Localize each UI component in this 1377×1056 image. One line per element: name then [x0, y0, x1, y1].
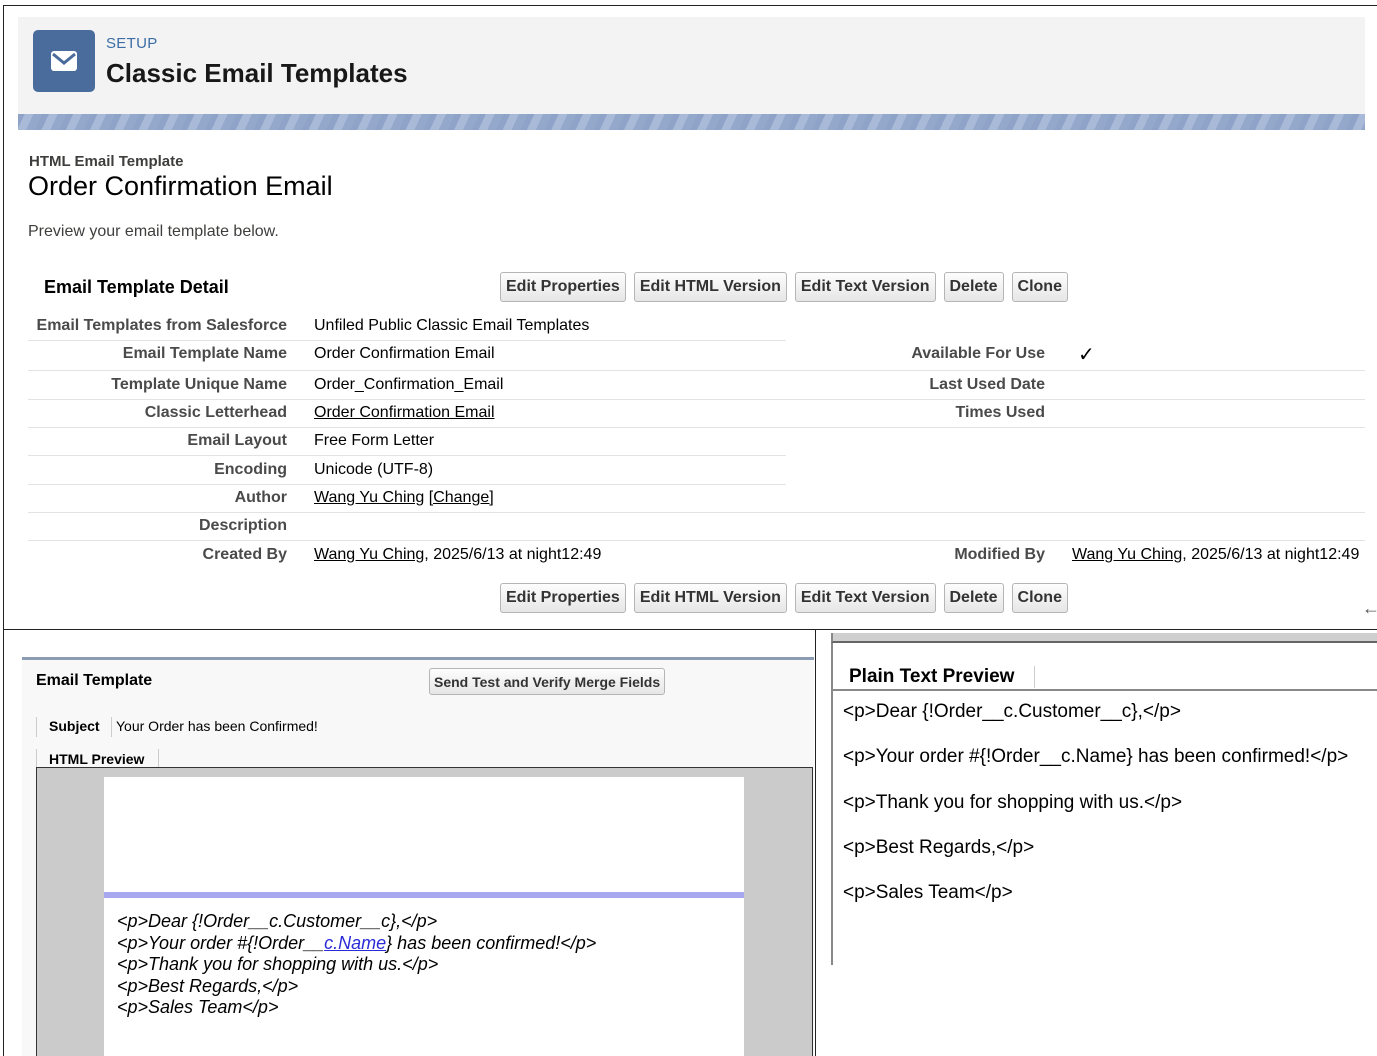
detail-button-row-top: Edit Properties Edit HTML Version Edit T…: [500, 272, 1068, 302]
author-link[interactable]: Wang Yu Ching: [314, 489, 424, 506]
letterhead-link[interactable]: Order Confirmation Email: [314, 404, 495, 422]
subject-label: Subject: [49, 718, 100, 734]
panel-divider: [815, 630, 816, 1056]
unique-name-label: Template Unique Name: [111, 376, 287, 393]
row-divider: [28, 512, 1365, 513]
body-line: <p>Your order #{!Order__c.Name} has been…: [117, 933, 596, 954]
detail-section-title: Email Template Detail: [44, 277, 229, 297]
plain-text-line: <p>Thank you for shopping with us.</p>: [843, 792, 1183, 813]
times-used-label: Times Used: [955, 404, 1045, 421]
page-title: Classic Email Templates: [106, 58, 408, 88]
body-line-text: } has been confirmed!</p>: [386, 933, 597, 953]
detail-button-row-bottom: Edit Properties Edit HTML Version Edit T…: [500, 583, 1068, 613]
edit-html-version-button[interactable]: Edit HTML Version: [633, 583, 787, 613]
folder-value: Unfiled Public Classic Email Templates: [314, 317, 590, 334]
folder-label: Email Templates from Salesforce: [36, 317, 287, 334]
available-checkmark-icon: ✓: [1078, 344, 1095, 366]
subject-divider: [111, 717, 112, 737]
row-divider: [28, 427, 1365, 428]
created-by-user-link[interactable]: Wang Yu Ching: [314, 546, 424, 563]
preview-hint: Preview your email template below.: [28, 223, 279, 240]
edit-properties-button[interactable]: Edit Properties: [500, 583, 626, 613]
edit-html-version-button[interactable]: Edit HTML Version: [633, 272, 787, 302]
body-line-text: <p>Your order #{!Order__: [117, 933, 325, 953]
letterhead-label: Classic Letterhead: [144, 404, 287, 421]
template-name-value: Order Confirmation Email: [314, 345, 495, 362]
created-by-value: Wang Yu Ching, 2025/6/13 at night12:49: [314, 546, 601, 564]
send-test-button[interactable]: Send Test and Verify Merge Fields: [429, 668, 666, 695]
tab-separator: [1034, 666, 1035, 688]
delete-button[interactable]: Delete: [943, 272, 1004, 302]
row-divider: [28, 540, 1365, 541]
subject-value: Your Order has been Confirmed!: [116, 718, 318, 734]
author-value: Wang Yu Ching [Change]: [314, 489, 494, 507]
plain-text-line: <p>Best Regards,</p>: [843, 837, 1035, 858]
unique-name-value: Order_Confirmation_Email: [314, 376, 504, 393]
plain-text-border: [831, 643, 833, 965]
description-label: Description: [198, 517, 287, 534]
body-line: <p>Sales Team</p>: [117, 997, 279, 1017]
email-layout-label: Email Layout: [187, 432, 287, 449]
edit-text-version-button[interactable]: Edit Text Version: [794, 272, 936, 302]
clone-button[interactable]: Clone: [1011, 272, 1068, 302]
row-divider: [28, 455, 786, 456]
modified-by-user-link[interactable]: Wang Yu Ching: [1072, 546, 1182, 563]
row-divider: [28, 399, 1365, 400]
author-label: Author: [234, 489, 287, 506]
change-author-link[interactable]: [Change]: [429, 489, 494, 506]
modified-date: , 2025/6/13 at night12:49: [1182, 546, 1360, 563]
edit-properties-button[interactable]: Edit Properties: [500, 272, 626, 302]
setup-label: SETUP: [106, 35, 158, 52]
plain-text-line: <p>Sales Team</p>: [843, 882, 1013, 903]
plain-text-line: <p>Your order #{!Order__c.Name} has been…: [843, 746, 1349, 767]
plain-text-line: <p>Dear {!Order__c.Customer__c},</p>: [843, 701, 1181, 722]
letterhead-line: [104, 892, 744, 898]
email-layout-value: Free Form Letter: [314, 432, 435, 449]
body-line: <p>Dear {!Order__c.Customer__c},</p>: [117, 911, 438, 931]
frame-border: [3, 630, 4, 1056]
record-type-label: HTML Email Template: [29, 153, 184, 170]
created-date: , 2025/6/13 at night12:49: [424, 546, 602, 563]
encoding-value: Unicode (UTF-8): [314, 461, 434, 478]
row-divider: [28, 484, 786, 485]
body-line: <p>Best Regards,</p>: [117, 976, 299, 996]
available-for-use-label: Available For Use: [911, 345, 1045, 362]
last-used-date-label: Last Used Date: [929, 376, 1045, 393]
row-divider: [28, 340, 786, 341]
email-template-title: Email Template: [36, 672, 153, 689]
html-preview-label: HTML Preview: [49, 751, 145, 767]
created-by-label: Created By: [202, 546, 287, 563]
record-name: Order Confirmation Email: [28, 171, 333, 201]
body-line: <p>Thank you for shopping with us.</p>: [117, 954, 439, 974]
arrow-left-icon[interactable]: ←: [1362, 598, 1377, 619]
header-pattern-band: [18, 114, 1365, 130]
delete-button[interactable]: Delete: [943, 583, 1004, 613]
plain-text-preview-title: Plain Text Preview: [849, 666, 1015, 687]
edit-text-version-button[interactable]: Edit Text Version: [794, 583, 936, 613]
plain-text-header-bar: [831, 633, 1377, 643]
plain-text-underline: [833, 689, 1377, 691]
subject-divider: [36, 717, 37, 737]
modified-by-value: Wang Yu Ching, 2025/6/13 at night12:49: [1072, 546, 1359, 564]
merge-field-link[interactable]: c.Name: [324, 933, 386, 953]
modified-by-label: Modified By: [954, 546, 1045, 563]
envelope-icon: [33, 30, 95, 92]
encoding-label: Encoding: [214, 461, 287, 478]
clone-button[interactable]: Clone: [1011, 583, 1068, 613]
template-name-label: Email Template Name: [122, 345, 287, 362]
row-divider: [28, 370, 1365, 371]
